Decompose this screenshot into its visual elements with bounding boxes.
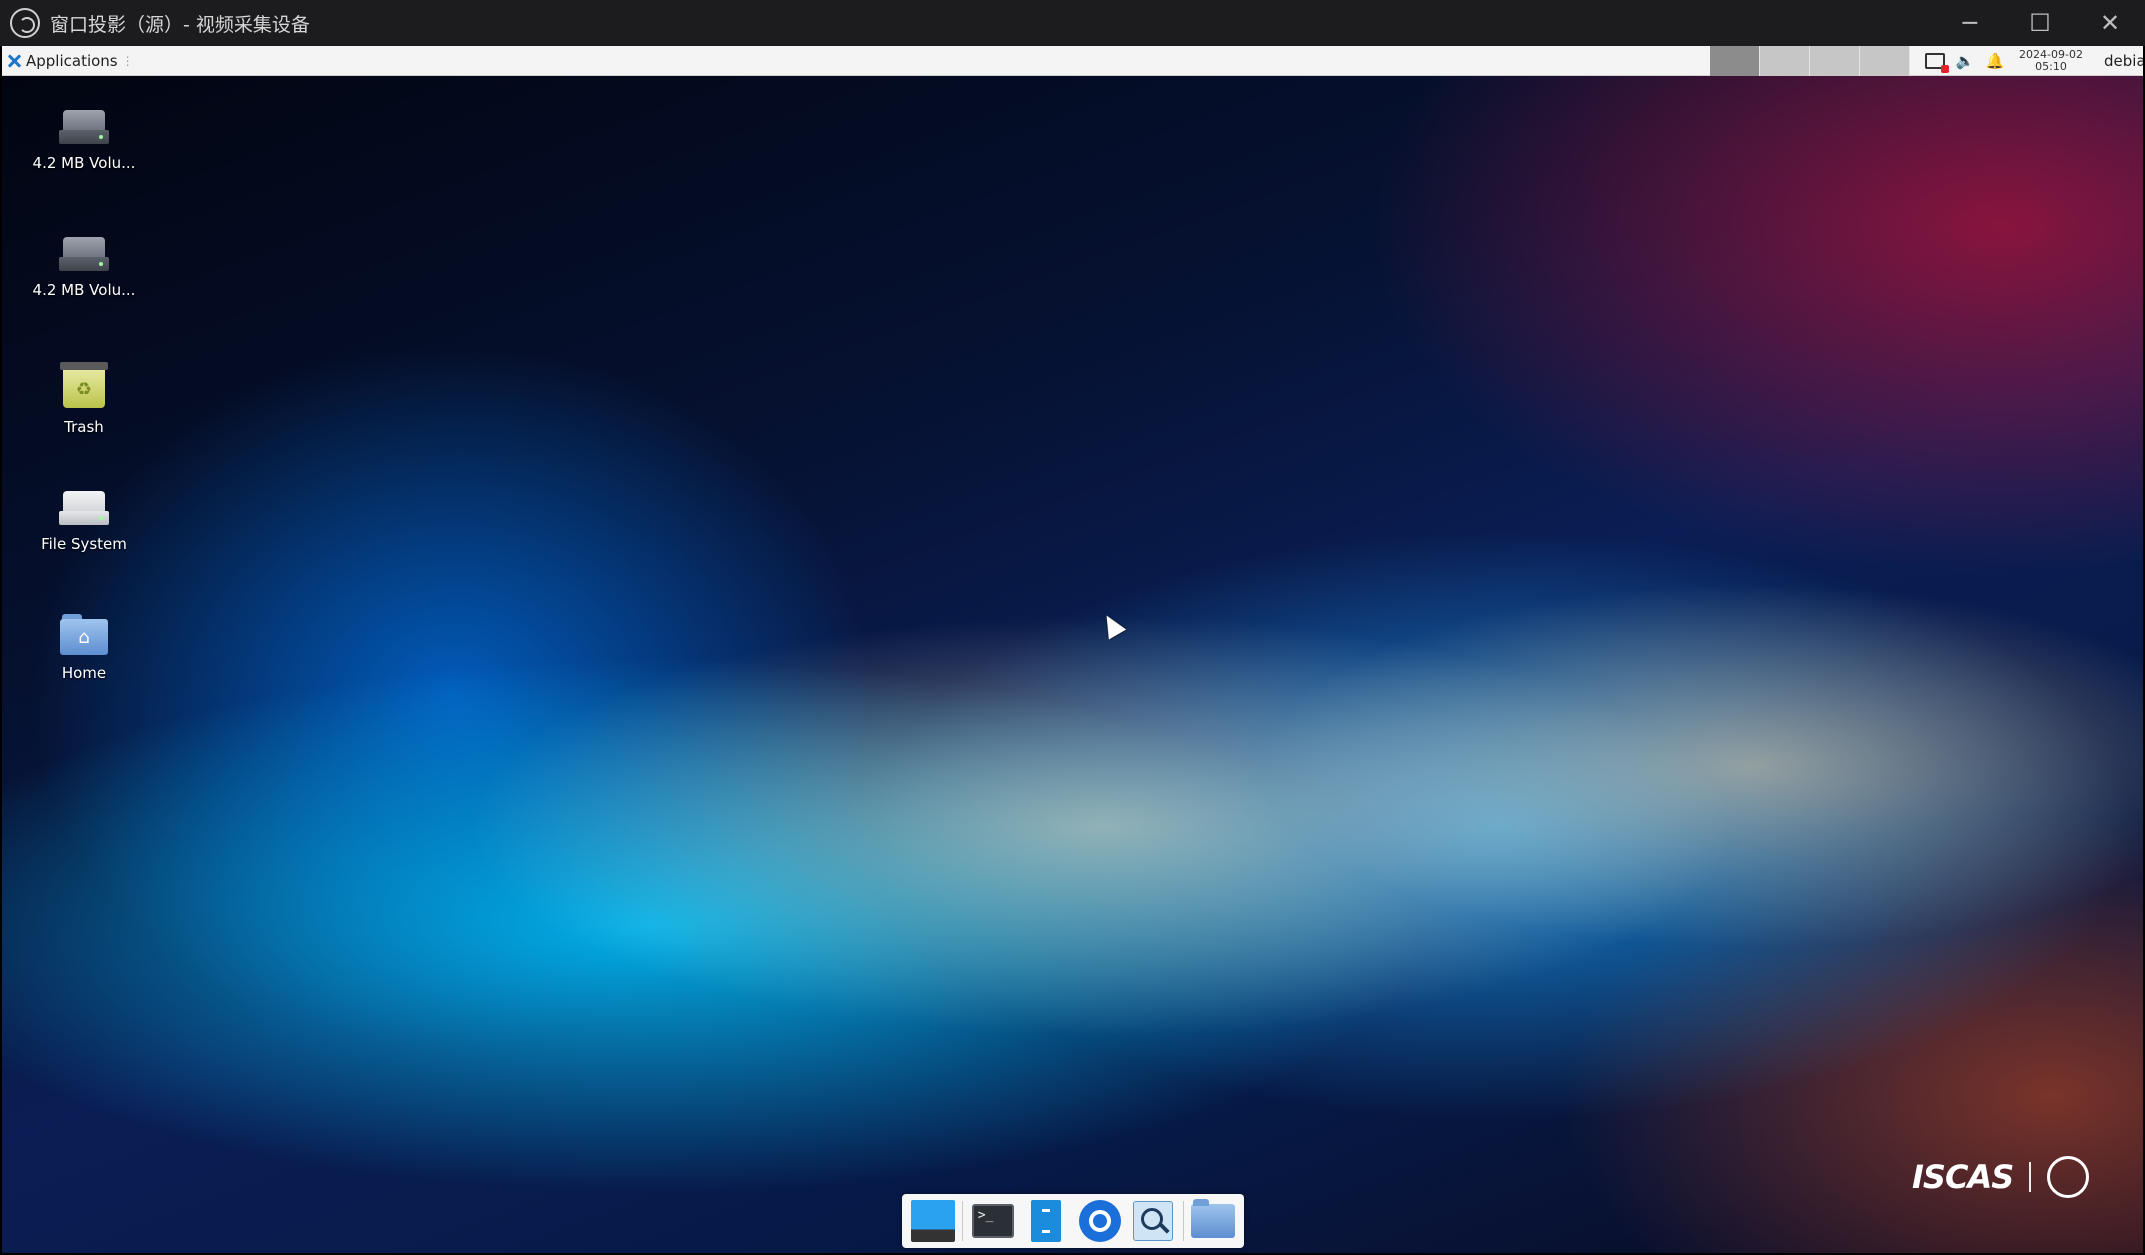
xfce-logo-icon xyxy=(6,53,22,69)
window-controls: ─ ☐ ✕ xyxy=(1935,0,2145,46)
workspace-2[interactable] xyxy=(1760,46,1810,76)
network-disconnected-icon[interactable] xyxy=(1924,50,1949,73)
maximize-button[interactable]: ☐ xyxy=(2005,0,2075,46)
filesystem-icon xyxy=(59,487,109,527)
minimize-button[interactable]: ─ xyxy=(1935,0,2005,46)
desktop-icon-label: 4.2 MB Volu... xyxy=(32,281,136,299)
logo-separator xyxy=(2029,1162,2032,1192)
workspace-4[interactable] xyxy=(1860,46,1910,76)
obs-logo-icon xyxy=(10,8,40,38)
desktop-icon-home[interactable]: ⌂ Home xyxy=(24,614,144,682)
applications-menu-button[interactable]: Applications ⋮ xyxy=(2,46,134,76)
clock-time: 05:10 xyxy=(2035,60,2067,73)
window-titlebar: 窗口投影（源）- 视频采集设备 ─ ☐ ✕ xyxy=(0,0,2145,46)
volume-icon[interactable]: 🔈 xyxy=(1954,50,1976,72)
user-menu[interactable]: debian xyxy=(2104,52,2143,70)
folder-icon xyxy=(1191,1199,1236,1238)
drive-icon xyxy=(59,106,109,146)
dock-show-desktop-button[interactable] xyxy=(909,1197,957,1245)
drive-icon xyxy=(59,233,109,273)
search-icon xyxy=(1133,1201,1174,1241)
browser-icon xyxy=(1078,1200,1121,1242)
iscas-logo: ISCAS xyxy=(1912,1156,2090,1198)
desktop-icon-volume-1[interactable]: 4.2 MB Volu... xyxy=(24,106,144,172)
emblem-icon xyxy=(2047,1156,2090,1198)
desktop-icon-trash[interactable]: ♻ Trash xyxy=(24,360,144,436)
desktop[interactable]: Applications ⋮ 🔈 🔔 2024-09-02 05:10 debi… xyxy=(2,46,2143,1253)
file-manager-icon xyxy=(1031,1200,1062,1242)
desktop-icon-label: File System xyxy=(41,535,127,553)
trash-icon: ♻ xyxy=(60,360,108,410)
workspace-3[interactable] xyxy=(1810,46,1860,76)
dock-home-folder-button[interactable] xyxy=(1189,1197,1237,1245)
desktop-icon-volume-2[interactable]: 4.2 MB Volu... xyxy=(24,233,144,299)
notification-bell-icon[interactable]: 🔔 xyxy=(1984,50,2006,72)
desktop-icon-label: Home xyxy=(61,664,107,682)
dock-separator xyxy=(962,1201,964,1241)
dock-browser-button[interactable] xyxy=(1076,1197,1124,1245)
desktop-icon-label: 4.2 MB Volu... xyxy=(32,154,136,172)
top-panel: Applications ⋮ 🔈 🔔 2024-09-02 05:10 debi… xyxy=(2,46,2143,76)
panel-grip-icon: ⋮ xyxy=(121,53,134,68)
system-tray: 🔈 🔔 2024-09-02 05:10 debian xyxy=(1924,46,2143,76)
desktop-icon xyxy=(910,1200,955,1242)
dock-terminal-button[interactable]: >_ xyxy=(969,1197,1017,1245)
applications-menu-label: Applications xyxy=(26,51,118,70)
mouse-cursor-icon xyxy=(1097,610,1127,640)
workspace-switcher xyxy=(1710,46,1910,76)
dock-separator xyxy=(1182,1201,1184,1241)
dock-app-finder-button[interactable] xyxy=(1129,1197,1177,1245)
dock-file-manager-button[interactable] xyxy=(1022,1197,1070,1245)
window-title: 窗口投影（源）- 视频采集设备 xyxy=(50,13,310,36)
workspace-1[interactable] xyxy=(1710,46,1760,76)
terminal-icon: >_ xyxy=(971,1204,1014,1238)
clock[interactable]: 2024-09-02 05:10 xyxy=(2014,49,2088,73)
dock: >_ xyxy=(902,1194,1244,1248)
home-folder-icon: ⌂ xyxy=(60,614,108,656)
desktop-icon-label: Trash xyxy=(64,418,104,436)
iscas-logo-text: ISCAS xyxy=(1912,1158,2014,1196)
desktop-icon-filesystem[interactable]: File System xyxy=(24,487,144,553)
close-button[interactable]: ✕ xyxy=(2075,0,2145,46)
